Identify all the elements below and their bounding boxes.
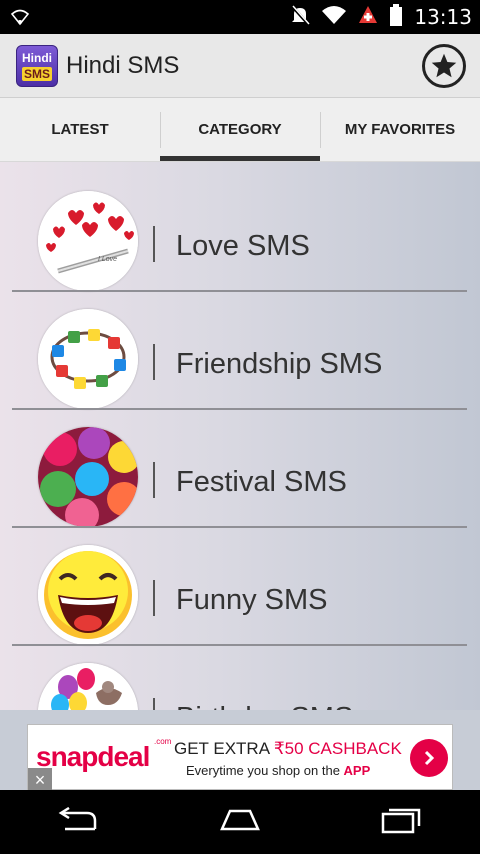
ad-subline: Everytime you shop on the APP: [186, 763, 370, 778]
ad-headline-prefix: GET EXTRA: [174, 739, 274, 758]
battery-icon: [390, 3, 403, 31]
tab-latest[interactable]: LATEST: [0, 98, 160, 161]
tab-category[interactable]: CATEGORY: [160, 98, 320, 161]
status-bar: 13:13: [0, 0, 480, 34]
category-label: Birthday SMS: [176, 702, 353, 710]
ad-close-button[interactable]: ×: [28, 768, 52, 792]
hearts-and-pen-image: I Love: [38, 191, 138, 291]
chevron-right-icon: [424, 750, 435, 766]
category-label: Love SMS: [176, 230, 310, 262]
ad-headline: GET EXTRA ₹50 CASHBACK: [174, 739, 402, 759]
category-item-birthday[interactable]: Birthday SMS: [0, 646, 480, 710]
action-bar: Hindi SMS Hindi SMS: [0, 34, 480, 98]
wifi-signal-icon: [322, 5, 347, 30]
svg-text:I Love: I Love: [98, 256, 117, 263]
item-separator: [153, 226, 155, 262]
category-item-friendship[interactable]: Friendship SMS: [0, 292, 480, 410]
mute-icon: [290, 4, 310, 31]
app-logo-line1: Hindi: [22, 51, 52, 65]
app-logo: Hindi SMS: [16, 45, 58, 87]
laughing-smiley-image: [38, 545, 138, 645]
tab-bar: LATEST CATEGORY MY FAVORITES: [0, 98, 480, 162]
category-item-festival[interactable]: Festival SMS: [0, 410, 480, 528]
recent-apps-icon[interactable]: [377, 806, 425, 839]
navigation-bar: [0, 790, 480, 854]
ad-subline-highlight: APP: [343, 763, 371, 778]
birthday-balloons-image: [38, 663, 138, 710]
ad-brand: snapdeal: [36, 741, 150, 772]
ad-subline-prefix: Everytime you shop on the: [186, 763, 344, 778]
item-separator: [153, 462, 155, 498]
app-logo-line2: SMS: [21, 67, 52, 81]
category-label: Funny SMS: [176, 584, 328, 616]
ad-brand-suffix: .com: [154, 737, 172, 746]
star-icon: [431, 53, 457, 78]
tab-my-favorites[interactable]: MY FAVORITES: [320, 98, 480, 161]
holi-colors-image: [38, 427, 138, 527]
swiss-alert-icon: [358, 5, 378, 30]
category-label: Friendship SMS: [176, 348, 383, 380]
wifi-notification-icon: [10, 8, 30, 31]
item-separator: [153, 344, 155, 380]
back-icon[interactable]: [55, 806, 103, 838]
ad-banner[interactable]: snapdeal .com GET EXTRA ₹50 CASHBACK Eve…: [27, 724, 453, 790]
status-time: 13:13: [414, 5, 472, 29]
category-item-love[interactable]: I Love Love SMS: [0, 174, 480, 292]
ad-go-button[interactable]: [410, 739, 448, 777]
category-list[interactable]: I Love Love SMS Friendship SMS Festival …: [0, 162, 480, 710]
snapdeal-logo: snapdeal: [36, 741, 150, 773]
category-label: Festival SMS: [176, 466, 347, 498]
home-icon[interactable]: [214, 807, 266, 838]
category-item-funny[interactable]: Funny SMS: [0, 528, 480, 646]
item-separator: [153, 580, 155, 616]
item-separator: [153, 698, 155, 710]
ad-cashback-amount: ₹50 CASHBACK: [273, 739, 402, 758]
favorites-button[interactable]: [422, 44, 466, 88]
friendship-band-image: [38, 309, 138, 409]
app-title: Hindi SMS: [66, 52, 180, 79]
ad-area: snapdeal .com GET EXTRA ₹50 CASHBACK Eve…: [0, 710, 480, 792]
